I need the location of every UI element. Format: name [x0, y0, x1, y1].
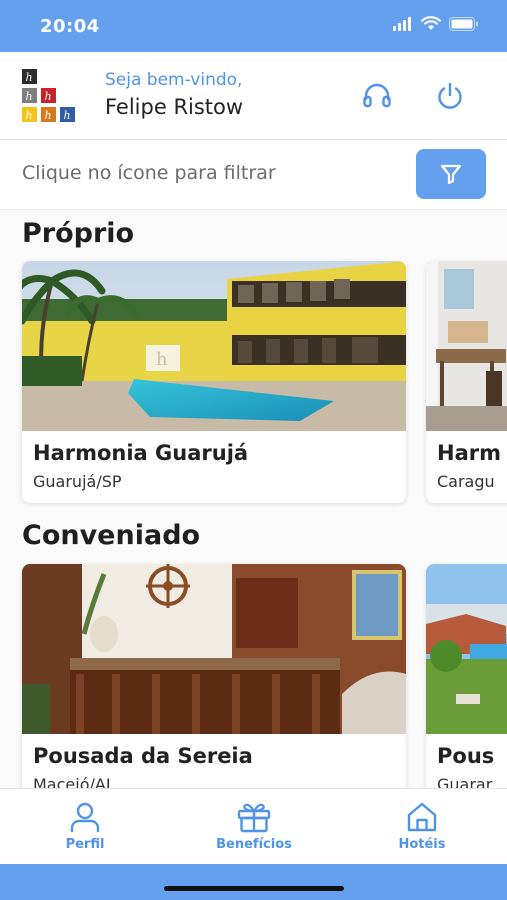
hotel-name: Harm	[437, 441, 501, 465]
app-header: h h h h h h Seja bem-vindo, Felipe Risto…	[0, 52, 507, 140]
svg-text:h: h	[26, 71, 33, 84]
svg-text:h: h	[45, 90, 52, 103]
hotel-city: Maceió/AL	[33, 775, 115, 788]
nav-label: Perfil	[65, 837, 105, 852]
headset-icon	[363, 83, 391, 108]
hotel-city: Guarujá/SP	[33, 472, 122, 491]
home-icon	[407, 802, 437, 832]
hotel-card[interactable]: Harm Caragu	[426, 261, 507, 503]
welcome-text: Seja bem-vindo,	[105, 70, 243, 90]
user-name: Felipe Ristow	[105, 95, 244, 119]
svg-text:h: h	[26, 90, 33, 103]
svg-text:h: h	[45, 109, 52, 122]
wifi-icon	[421, 16, 441, 30]
user-icon	[70, 802, 100, 833]
status-icons	[393, 16, 479, 31]
svg-text:h: h	[26, 109, 33, 122]
bottom-nav: Perfil Benefícios Hotéis	[0, 788, 507, 864]
hotel-photo	[426, 564, 507, 734]
hotel-city: Guarar	[437, 775, 493, 788]
filter-bar: Clique no ícone para filtrar	[0, 140, 507, 210]
svg-text:h: h	[64, 109, 71, 122]
hotel-city: Caragu	[437, 472, 495, 491]
nav-item-hoteis[interactable]: Hotéis	[362, 801, 482, 852]
filter-icon	[440, 164, 462, 185]
hotel-name: Pousada da Sereia	[33, 744, 253, 768]
hotel-name: Harmonia Guarujá	[33, 441, 249, 465]
battery-icon	[449, 16, 478, 31]
home-indicator-bar	[0, 864, 507, 900]
hotel-photo	[22, 564, 406, 734]
status-time: 20:04	[40, 16, 100, 37]
filter-hint: Clique no ícone para filtrar	[22, 162, 276, 184]
hotel-card[interactable]: h Harmonia Guarujá Guarujá/SP	[22, 261, 406, 503]
power-icon	[438, 82, 462, 109]
status-bar: 20:04	[0, 0, 507, 52]
section-title-proprio: Próprio	[22, 218, 135, 249]
hotel-list[interactable]: Próprio h Harmonia Guarujá Guarujá/SP Ha…	[0, 210, 507, 788]
nav-label: Hotéis	[398, 837, 446, 852]
hotel-photo: h	[22, 261, 406, 431]
harmonia-logo: h h h h h h	[22, 69, 86, 123]
support-button[interactable]	[361, 80, 393, 112]
hotel-photo	[426, 261, 507, 431]
nav-item-perfil[interactable]: Perfil	[25, 801, 145, 852]
signal-icon	[393, 16, 411, 31]
section-title-conveniado: Conveniado	[22, 520, 201, 551]
hotel-card[interactable]: Pous Guarar	[426, 564, 507, 788]
gift-icon	[237, 803, 271, 833]
svg-text:h: h	[156, 349, 168, 370]
hotel-card[interactable]: Pousada da Sereia Maceió/AL	[22, 564, 406, 788]
nav-label: Benefícios	[216, 837, 292, 852]
nav-item-beneficios[interactable]: Benefícios	[194, 801, 314, 852]
hotel-name: Pous	[437, 744, 495, 768]
filter-button[interactable]	[416, 149, 486, 199]
logout-button[interactable]	[434, 80, 466, 112]
home-indicator[interactable]	[164, 886, 344, 891]
